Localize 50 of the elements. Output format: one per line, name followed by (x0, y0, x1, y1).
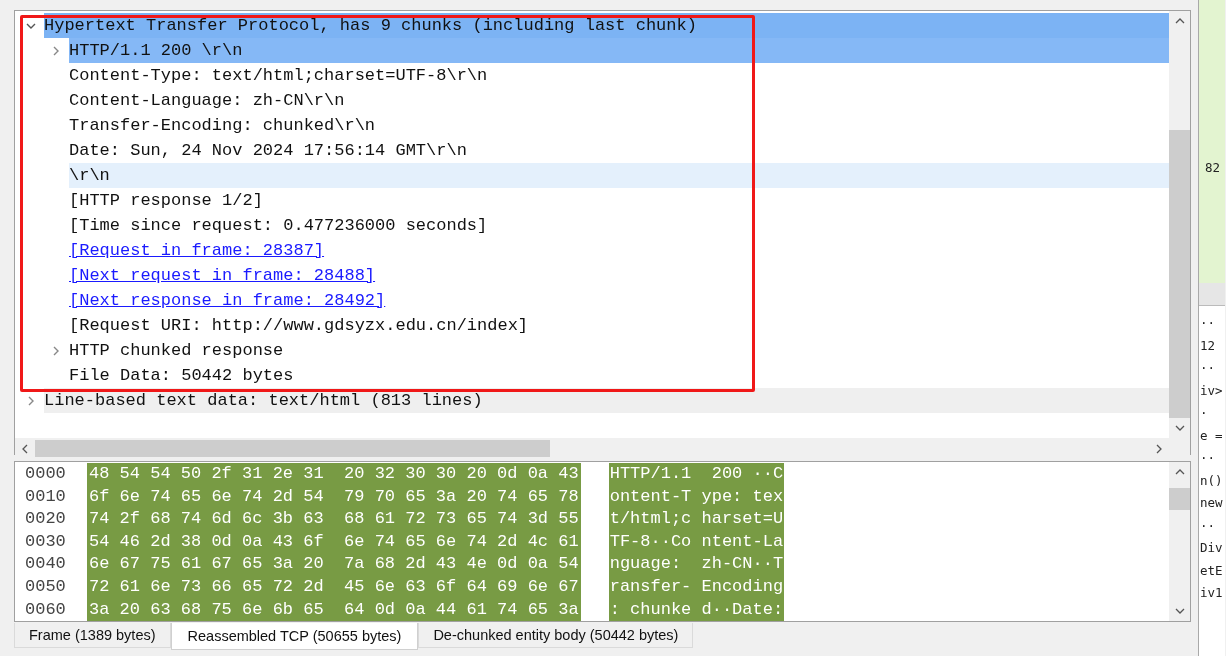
code-fragment: 82 (1205, 160, 1221, 175)
code-fragment: Div (1199, 539, 1224, 557)
byte-offset: 0010 (24, 485, 67, 508)
tree-item[interactable]: Content-Type: text/html;charset=UTF-8\r\n (69, 63, 1169, 88)
tree-item[interactable]: File Data: 50442 bytes (69, 363, 1169, 388)
byte-offset: 0030 (24, 530, 67, 553)
code-fragment: new (1199, 494, 1224, 512)
tree-item[interactable]: Transfer-Encoding: chunked\r\n (69, 113, 1169, 138)
tree-item[interactable]: HTTP/1.1 200 \r\n (69, 38, 1169, 63)
byte-view-tab[interactable]: De-chunked entity body (50442 bytes) (418, 623, 694, 648)
frame-link[interactable]: [Request in frame: 28387] (69, 238, 325, 263)
tree-item[interactable]: Hypertext Transfer Protocol, has 9 chunks (including last chunk) (44, 13, 1169, 38)
tree-item[interactable]: Date: Sun, 24 Nov 2024 17:56:14 GMT\r\n (69, 138, 1169, 163)
tree-item[interactable]: [Request URI: http://www.gdsyzx.edu.cn/index] (69, 313, 1169, 338)
code-fragment: ·· (1199, 359, 1217, 377)
background-window-toolbar (1199, 283, 1225, 306)
scrollbar-thumb[interactable] (1169, 130, 1190, 418)
code-fragment: iv1 (1199, 584, 1224, 602)
scrollbar-thumb[interactable] (35, 440, 550, 457)
horizontal-scrollbar[interactable] (15, 438, 1169, 459)
tree-item[interactable]: HTTP chunked response (69, 338, 1169, 363)
scrollbar-thumb[interactable] (1169, 488, 1190, 510)
code-fragment: ·· (1199, 449, 1217, 467)
code-fragment: n() (1199, 471, 1224, 490)
byte-offset: 0040 (24, 553, 67, 576)
tree-item[interactable]: [HTTP response 1/2] (69, 188, 1169, 213)
expand-chevron-icon[interactable] (51, 45, 61, 56)
code-fragment: e = (1199, 426, 1224, 445)
byte-offset: 0000 (24, 463, 67, 485)
frame-link[interactable]: [Next request in frame: 28488] (69, 263, 376, 288)
byte-offset: 0050 (24, 575, 67, 598)
vertical-scrollbar[interactable] (1169, 11, 1190, 438)
tree-item[interactable]: [Time since request: 0.477236000 seconds] (69, 213, 1169, 238)
code-fragment: ·· (1199, 516, 1217, 535)
code-fragment: ·· (1199, 314, 1217, 332)
byte-view-tab[interactable]: Reassembled TCP (50655 bytes) (170, 623, 419, 650)
tree-item[interactable]: \r\n (69, 163, 1169, 188)
tree-item[interactable]: Line-based text data: text/html (813 lines) (44, 388, 1169, 413)
tree-item[interactable]: Content-Language: zh-CN\r\n (69, 88, 1169, 113)
byte-offset: 0020 (24, 508, 67, 531)
code-fragment: 12 (1199, 336, 1217, 355)
vertical-scrollbar[interactable] (1169, 462, 1190, 621)
expand-chevron-icon[interactable] (26, 395, 36, 406)
code-fragment: etE (1199, 561, 1224, 580)
byte-offset: 0060 (24, 598, 67, 621)
frame-link[interactable]: [Next response in frame: 28492] (69, 288, 386, 313)
code-fragment: iv> (1199, 381, 1224, 400)
code-fragment: · (1199, 404, 1209, 422)
byte-view-tab[interactable]: Frame (1389 bytes) (14, 623, 171, 648)
expand-chevron-icon[interactable] (51, 345, 61, 356)
